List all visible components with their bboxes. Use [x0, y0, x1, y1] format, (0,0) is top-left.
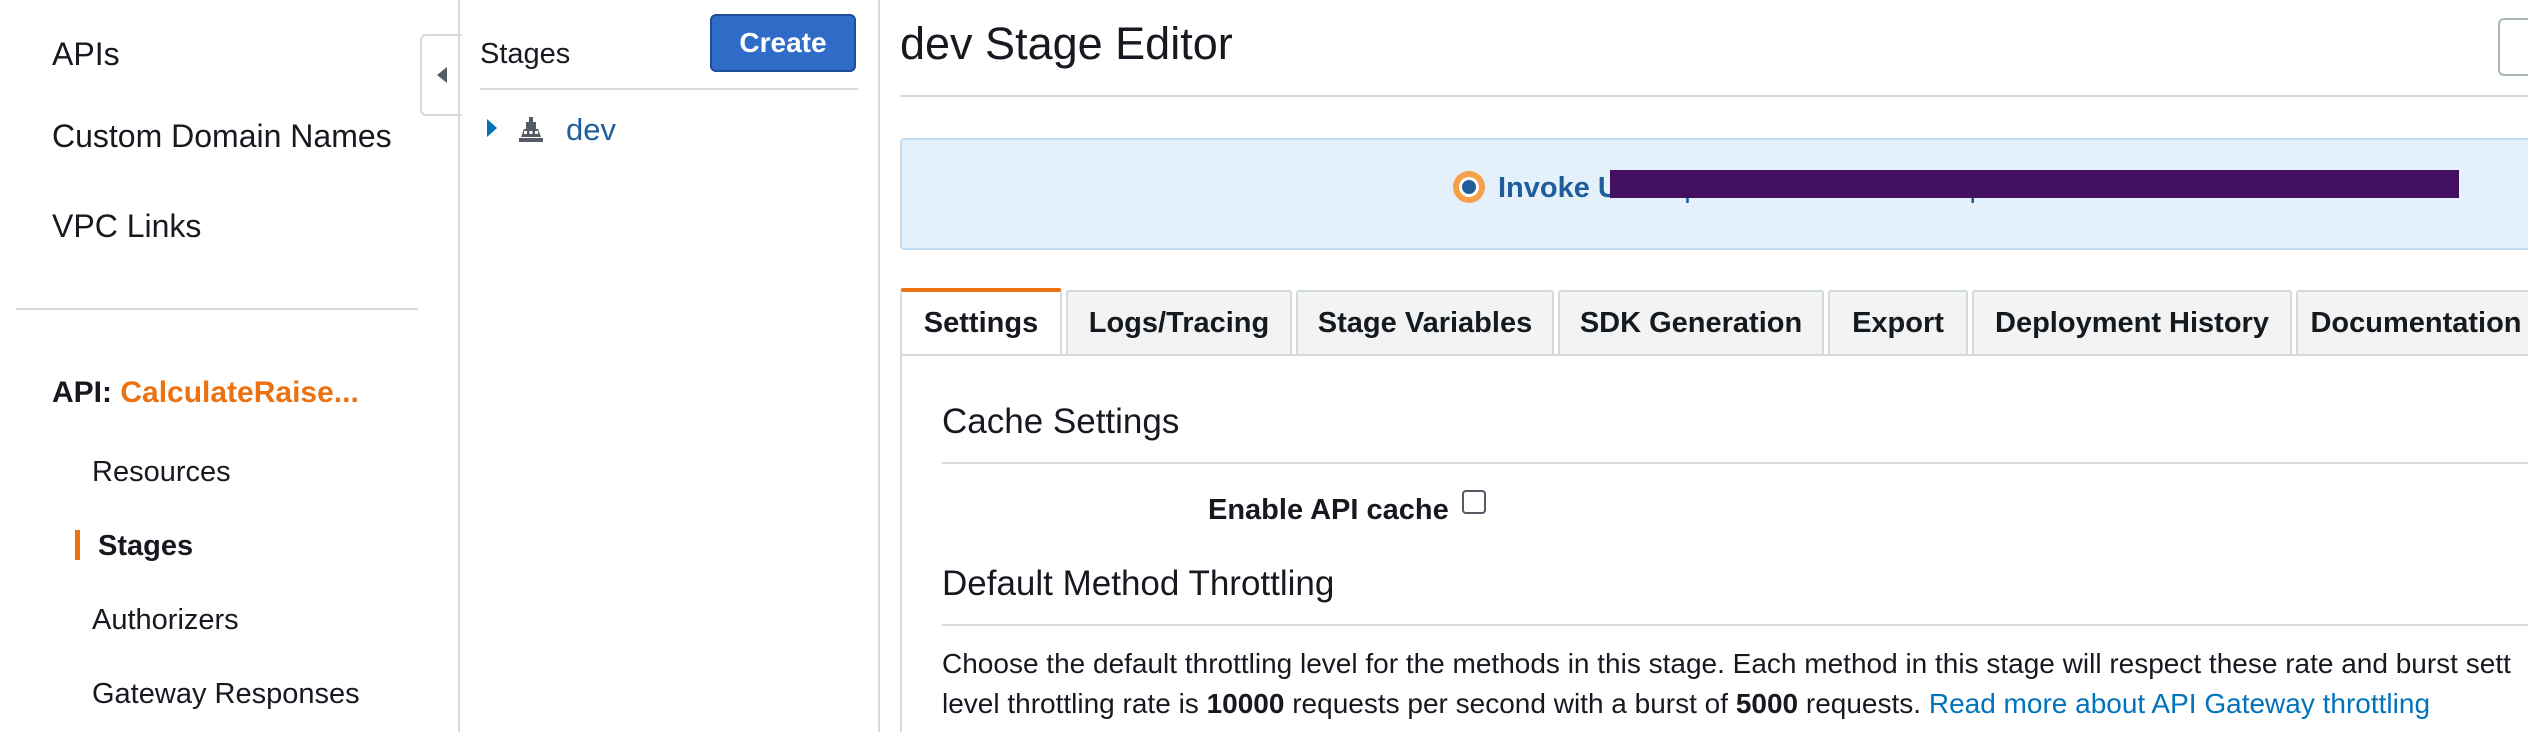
- cache-settings-heading: Cache Settings: [942, 402, 1180, 441]
- nav-item-custom-domain-names[interactable]: Custom Domain Names: [52, 118, 392, 155]
- tab-deployment-history[interactable]: Deployment History: [1972, 290, 2292, 354]
- tab-documentation[interactable]: Documentation: [2296, 290, 2528, 354]
- active-item-marker: [75, 530, 80, 560]
- expand-caret-icon[interactable]: [487, 119, 497, 137]
- api-name-link[interactable]: CalculateRaise...: [120, 376, 358, 409]
- text: level throttling rate is: [942, 688, 1207, 719]
- panel-divider: [878, 0, 880, 732]
- nav-item-authorizers[interactable]: Authorizers: [92, 604, 239, 637]
- enable-api-cache-checkbox[interactable]: [1462, 490, 1486, 514]
- section-rule: [942, 624, 2528, 626]
- stage-tree-item-dev[interactable]: dev: [566, 112, 616, 148]
- info-dot-icon: [1453, 171, 1485, 203]
- title-rule: [900, 95, 2528, 97]
- delete-stage-button[interactable]: [2498, 18, 2528, 76]
- chevron-left-icon: [437, 67, 447, 83]
- tab-settings[interactable]: Settings: [900, 288, 1062, 354]
- text: requests per second with a burst of: [1284, 688, 1736, 719]
- stage-icon: [519, 117, 543, 142]
- nav-item-gateway-responses[interactable]: Gateway Responses: [92, 678, 360, 711]
- nav-item-stages[interactable]: Stages: [98, 530, 193, 563]
- stages-panel-title: Stages: [480, 38, 571, 70]
- nav-item-resources[interactable]: Resources: [92, 456, 231, 489]
- throttling-description-line1: Choose the default throttling level for …: [942, 648, 2511, 679]
- left-navigation: APIs Custom Domain Names VPC Links API: …: [0, 0, 460, 732]
- rate-value: 10000: [1206, 688, 1285, 719]
- page-title: dev Stage Editor: [900, 18, 1233, 69]
- read-more-throttling-link[interactable]: Read more about API Gateway throttling: [1929, 688, 2430, 719]
- nav-item-apis[interactable]: APIs: [52, 36, 120, 73]
- nav-divider: [16, 308, 418, 310]
- nav-item-vpc-links[interactable]: VPC Links: [52, 208, 201, 245]
- api-title: API: CalculateRaise...: [52, 376, 359, 410]
- stages-panel-rule: [480, 88, 858, 90]
- tab-export[interactable]: Export: [1828, 290, 1968, 354]
- enable-api-cache-label: Enable API cache: [1208, 494, 1449, 526]
- tab-logs-tracing[interactable]: Logs/Tracing: [1066, 290, 1292, 354]
- tab-stage-variables[interactable]: Stage Variables: [1296, 290, 1554, 354]
- tab-content-border: [900, 356, 902, 732]
- tab-sdk-generation[interactable]: SDK Generation: [1558, 290, 1824, 354]
- burst-value: 5000: [1735, 688, 1799, 719]
- panel-divider: [458, 0, 460, 732]
- tabs-rule: [900, 354, 2528, 356]
- text: requests.: [1798, 688, 1929, 719]
- create-stage-button[interactable]: Create: [710, 14, 856, 72]
- throttling-description-line2: level throttling rate is 10000 requests …: [942, 688, 2430, 720]
- collapse-nav-button[interactable]: [420, 34, 462, 116]
- section-rule: [942, 462, 2528, 464]
- default-method-throttling-heading: Default Method Throttling: [942, 564, 1335, 603]
- redaction-bar: [1610, 170, 2459, 198]
- api-prefix: API:: [52, 376, 112, 409]
